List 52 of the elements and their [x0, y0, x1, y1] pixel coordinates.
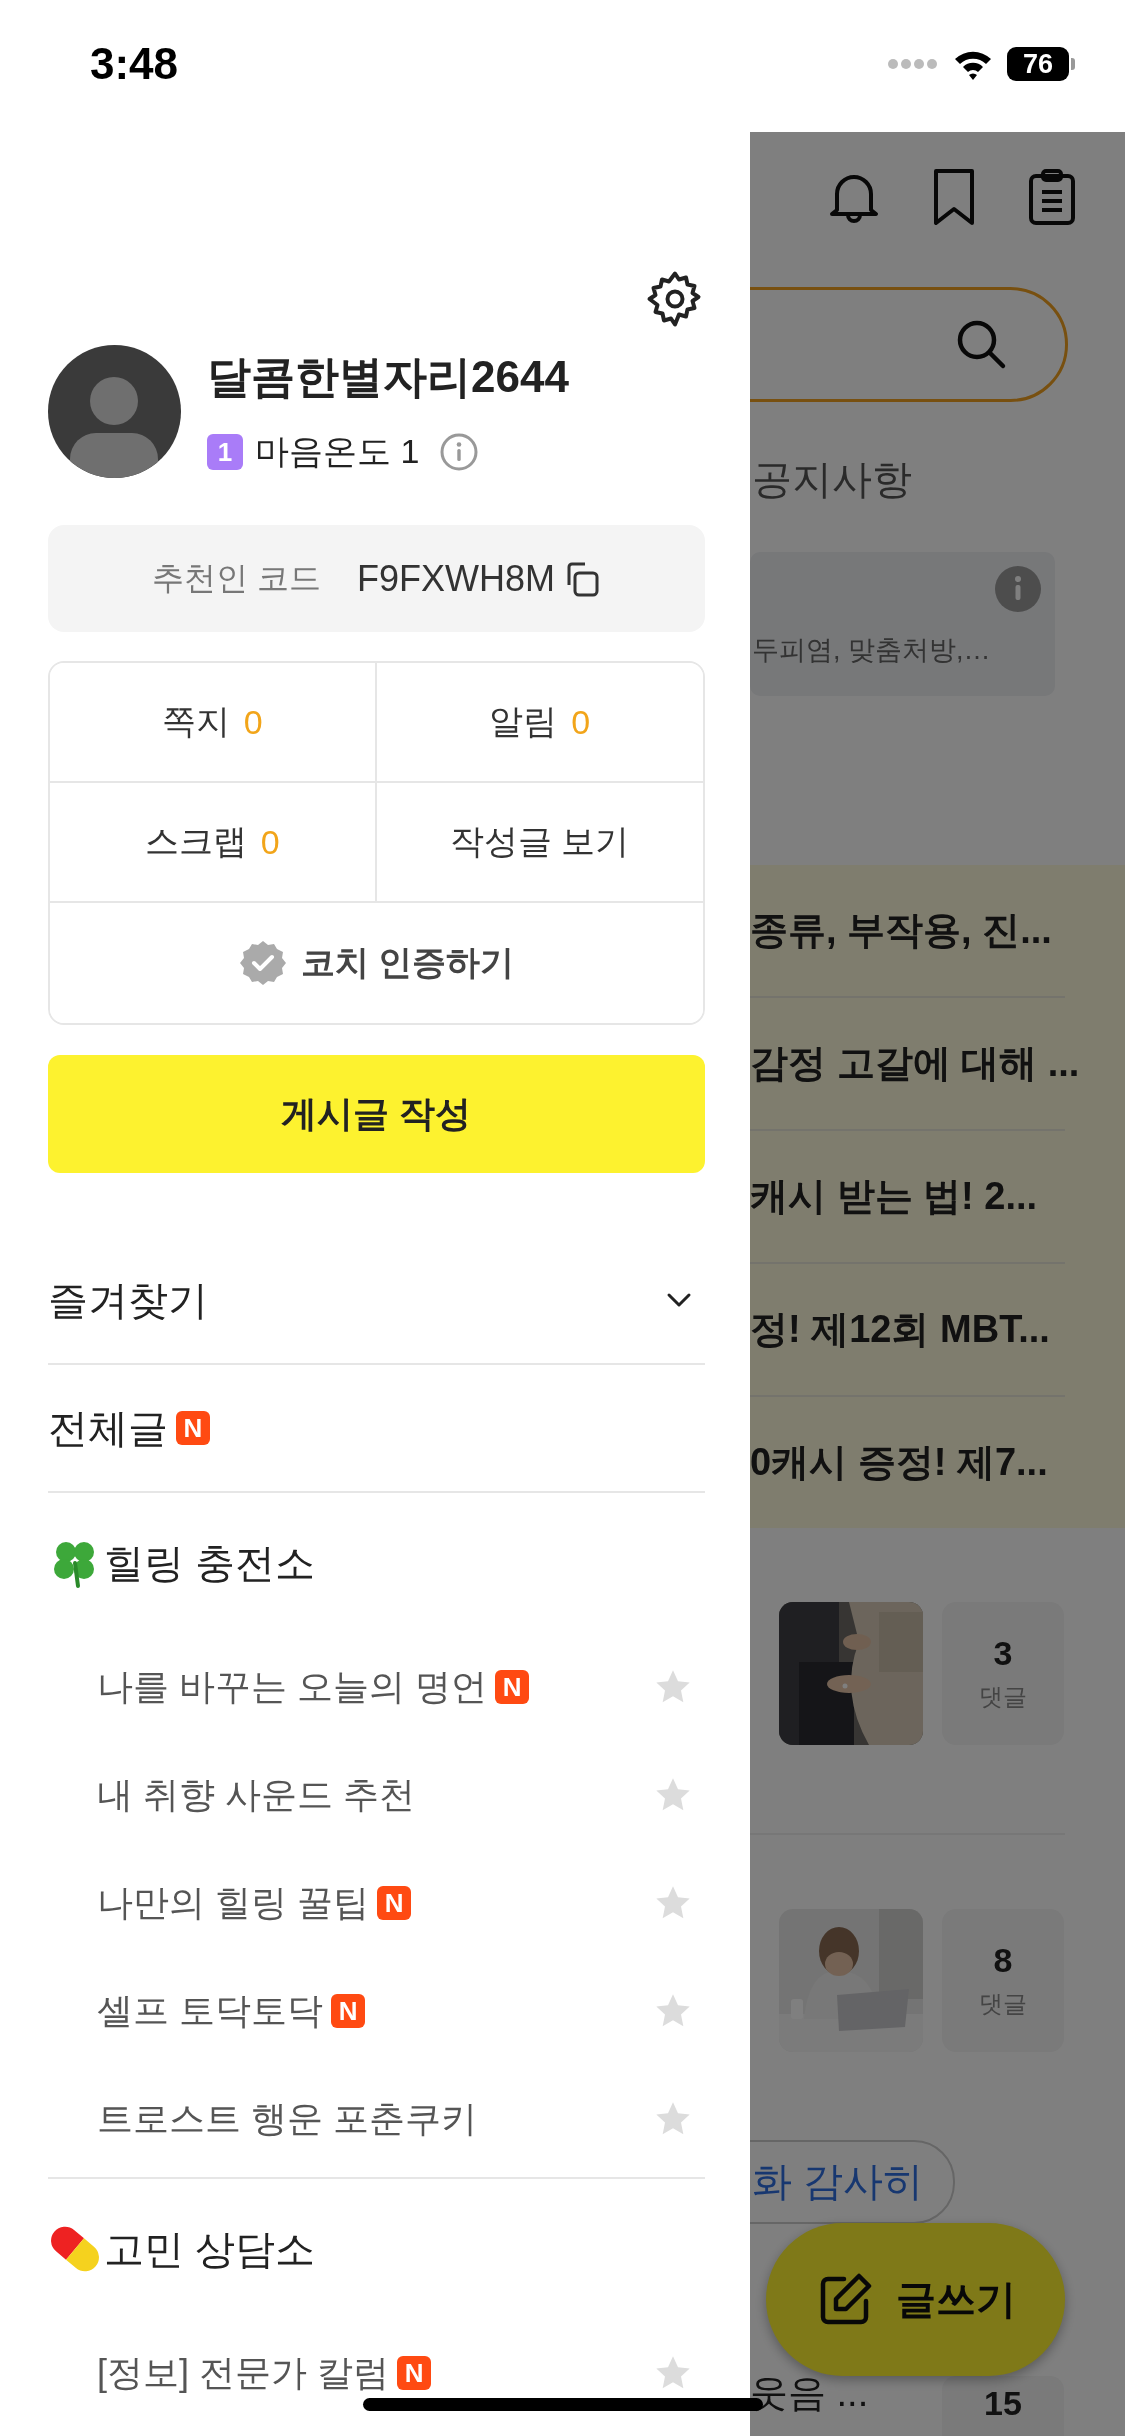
section-title: 고민 상담소: [104, 2225, 316, 2273]
board-item[interactable]: 셀프 토닥토닥 N: [48, 1957, 705, 2065]
comment-count: 3: [993, 1633, 1013, 1673]
board-item[interactable]: 내 취향 사운드 추천: [48, 1741, 705, 1849]
post-title[interactable]: 종류, 부작용, 진...: [750, 904, 1052, 956]
board-label: 나만의 힐링 꿀팁: [97, 1880, 369, 1925]
clipboard-icon[interactable]: [1027, 168, 1077, 226]
post-title[interactable]: 정! 제12회 MBT...: [750, 1303, 1050, 1355]
board-item[interactable]: 나만의 힐링 꿀팁 N: [48, 1849, 705, 1957]
post-title[interactable]: 캐시 받는 법! 2...: [750, 1170, 1038, 1222]
section-title: 힐링 충전소: [104, 1539, 316, 1587]
bookmark-icon[interactable]: [931, 168, 977, 226]
scrim-overlay[interactable]: [750, 132, 1125, 2436]
board-label: 트로스트 행운 포춘쿠키: [97, 2096, 477, 2141]
board-label: 나를 바꾸는 오늘의 명언: [97, 1664, 487, 1709]
signal-icon: [887, 58, 939, 70]
board-item[interactable]: [정보] 전문가 칼럼 N: [48, 2319, 705, 2427]
info-icon[interactable]: [995, 565, 1041, 612]
level-badge: 1: [207, 434, 243, 470]
search-field[interactable]: [750, 287, 1068, 402]
new-badge: N: [176, 1411, 210, 1445]
board-item[interactable]: 나를 바꾸는 오늘의 명언 N: [48, 1633, 705, 1741]
level-label: 마음온도 1: [255, 431, 420, 472]
new-badge: N: [377, 1886, 411, 1920]
referral-code: F9FXWH8M: [356, 557, 555, 600]
board-item[interactable]: 트로스트 행운 포춘쿠키: [48, 2065, 705, 2173]
stat-item[interactable]: 스크랩 0: [50, 783, 377, 903]
notice-tab[interactable]: 공지사항: [752, 451, 912, 507]
new-badge: N: [397, 2356, 431, 2390]
status-time: 3:48: [90, 39, 179, 89]
menu-label: 전체글: [48, 1404, 168, 1452]
board-label: [정보] 전문가 칼럼: [97, 2350, 389, 2395]
comment-count: 15: [984, 2384, 1022, 2424]
check-badge-icon: [238, 939, 287, 987]
stat-item[interactable]: 알림 0: [376, 663, 703, 783]
info-text: 두피염, 맞춤처방,…: [752, 633, 991, 667]
referral-label: 추천인 코드: [152, 558, 321, 598]
board-label: 셀프 토닥토닥: [97, 1988, 323, 2033]
new-badge: N: [331, 1994, 365, 2028]
battery-icon: 76: [1007, 47, 1069, 81]
menu-item[interactable]: 전체글 N: [48, 1365, 705, 1493]
menu-item[interactable]: 즐겨찾기: [48, 1237, 705, 1365]
user-name: 달콤한별자리2644: [207, 351, 569, 403]
post-title[interactable]: 0캐시 증정! 제7...: [750, 1436, 1048, 1488]
post-title[interactable]: 감정 고갈에 대해 ...: [750, 1037, 1080, 1089]
board-label: 내 취향 사운드 추천: [97, 1772, 415, 1817]
stat-item[interactable]: 쪽지 0: [50, 663, 377, 783]
menu-label: 즐겨찾기: [48, 1276, 208, 1324]
write-post-button[interactable]: 게시글 작성: [48, 1055, 705, 1173]
new-badge: N: [495, 1670, 529, 1704]
comment-count: 8: [993, 1940, 1013, 1980]
info-icon[interactable]: [439, 432, 480, 472]
